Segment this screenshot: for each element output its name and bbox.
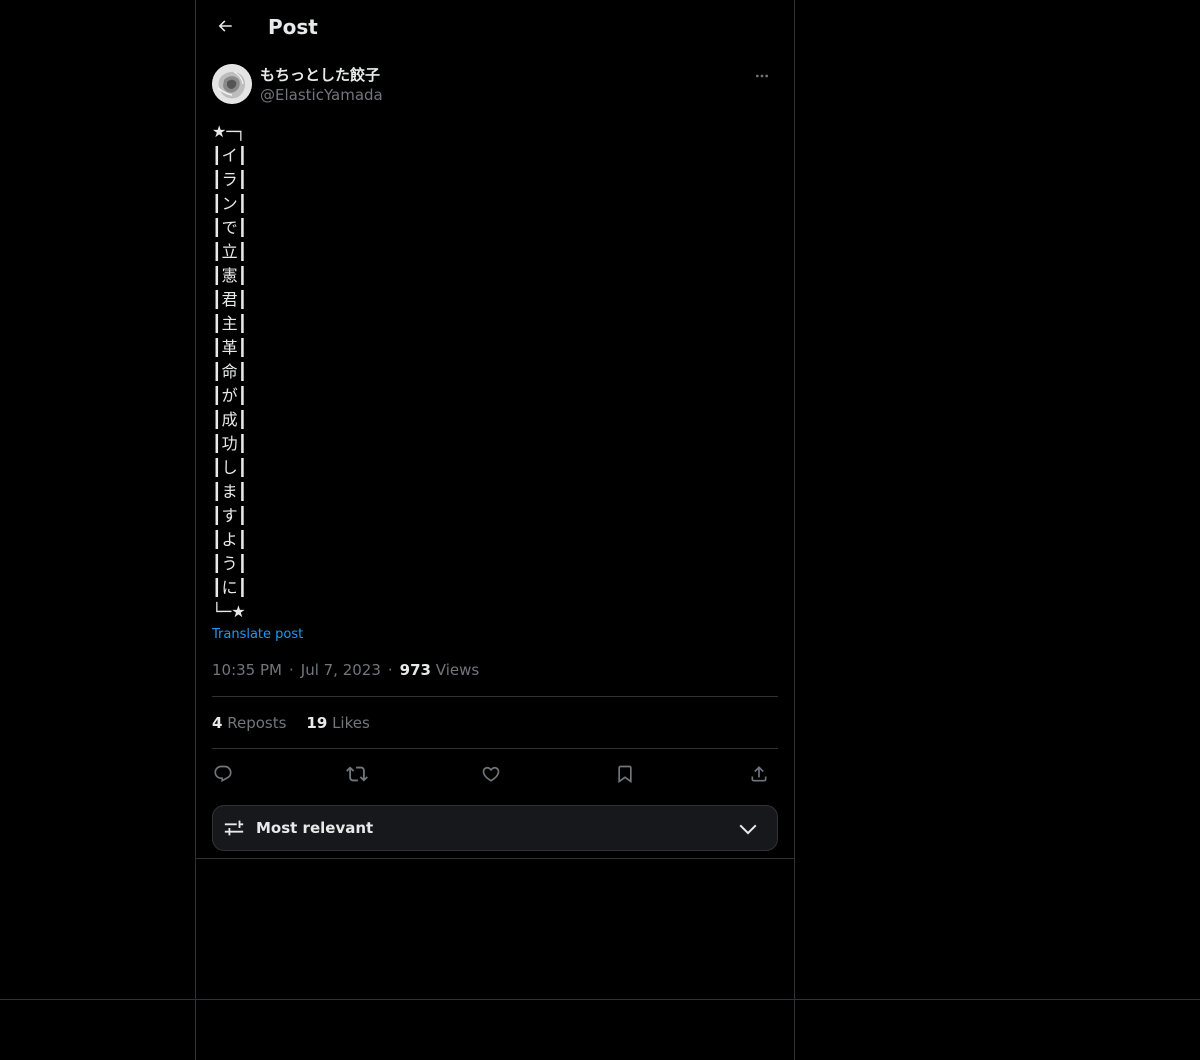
like-button[interactable] bbox=[476, 760, 506, 788]
more-options-button[interactable] bbox=[746, 66, 778, 86]
post-text-line: ┃ラ┃ bbox=[212, 170, 248, 189]
post-meta: 10:35 PM · Jul 7, 2023 · 973 Views bbox=[212, 660, 479, 680]
stats-divider bbox=[212, 748, 778, 749]
like-icon bbox=[482, 766, 500, 782]
reply-sort-dropdown[interactable]: Most relevant bbox=[212, 805, 778, 851]
post-text: ★─┐ ┃イ┃ ┃ラ┃ ┃ン┃ ┃で┃ ┃立┃ ┃憲┃ ┃君┃ ┃主┃ ┃革┃ ┃命┃ ┃が┃ ┃成┃ ┃… bbox=[212, 120, 778, 624]
chevron-down-icon bbox=[739, 824, 757, 835]
translate-post-link[interactable]: Translate post bbox=[212, 626, 303, 644]
avatar-image-icon bbox=[212, 64, 252, 104]
reposts-label: Reposts bbox=[227, 714, 287, 732]
post-text-line: ┃主┃ bbox=[212, 314, 248, 333]
reposts-count: 4 bbox=[212, 714, 223, 732]
post-text-line: ┃君┃ bbox=[212, 290, 248, 309]
bookmark-icon bbox=[618, 765, 632, 784]
post-text-line: ┃功┃ bbox=[212, 434, 248, 453]
post-text-line: ┃成┃ bbox=[212, 410, 248, 429]
back-arrow-icon bbox=[218, 20, 232, 32]
author-handle[interactable]: @ElasticYamada bbox=[260, 85, 383, 105]
post-text-line: ┃イ┃ bbox=[212, 146, 248, 165]
post-text-line: ┃立┃ bbox=[212, 242, 248, 261]
post-text-line: ┃命┃ bbox=[212, 362, 248, 381]
sort-label: Most relevant bbox=[256, 819, 374, 837]
post-text-line: ┃ン┃ bbox=[212, 194, 248, 213]
more-dots-icon bbox=[756, 74, 768, 78]
post-text-line: ┃が┃ bbox=[212, 386, 248, 405]
author-display-name[interactable]: もちっとした餃子 bbox=[260, 65, 380, 85]
share-button[interactable] bbox=[744, 760, 774, 788]
post-text-line: ┃憲┃ bbox=[212, 266, 248, 285]
sliders-icon bbox=[224, 820, 244, 836]
repost-icon bbox=[346, 766, 368, 782]
post-text-line: ┃す┃ bbox=[212, 506, 248, 525]
post-text-line: ┃よ┃ bbox=[212, 530, 248, 549]
post-text-line: ┃革┃ bbox=[212, 338, 248, 357]
reply-icon bbox=[214, 765, 232, 783]
primary-column: Post もちっとした餃子 @ElasticYamada ★─┐ ┃イ┃ ┃ラ┃… bbox=[195, 0, 795, 1060]
avatar[interactable] bbox=[212, 64, 252, 104]
post-text-line: └─★ bbox=[212, 602, 246, 621]
post-date[interactable]: Jul 7, 2023 bbox=[301, 661, 381, 679]
back-button[interactable] bbox=[208, 9, 242, 43]
likes-label: Likes bbox=[332, 714, 370, 732]
post-stats: 4 Reposts 19 Likes bbox=[212, 713, 370, 733]
views-count: 973 bbox=[399, 661, 431, 679]
post-text-line: ┃う┃ bbox=[212, 554, 248, 573]
likes-count: 19 bbox=[306, 714, 328, 732]
post-actions bbox=[212, 760, 778, 788]
top-bar: Post bbox=[196, 0, 794, 53]
reposts-stat[interactable]: 4 Reposts bbox=[212, 714, 286, 732]
bookmark-button[interactable] bbox=[610, 760, 640, 788]
post-text-line: ┃ま┃ bbox=[212, 482, 248, 501]
reply-button[interactable] bbox=[208, 760, 238, 788]
post-text-line: ★─┐ bbox=[212, 122, 246, 141]
post-text-line: ┃に┃ bbox=[212, 578, 248, 597]
meta-divider bbox=[212, 696, 778, 697]
section-divider bbox=[196, 858, 794, 859]
repost-button[interactable] bbox=[342, 760, 372, 788]
meta-separator: · bbox=[387, 661, 393, 679]
likes-stat[interactable]: 19 Likes bbox=[306, 714, 369, 732]
post-author: もちっとした餃子 @ElasticYamada bbox=[212, 64, 778, 106]
views-label: Views bbox=[435, 661, 480, 679]
page-title: Post bbox=[268, 15, 318, 39]
post-text-line: ┃し┃ bbox=[212, 458, 248, 477]
share-icon bbox=[751, 766, 767, 782]
page: Post もちっとした餃子 @ElasticYamada ★─┐ ┃イ┃ ┃ラ┃… bbox=[0, 0, 1200, 1060]
meta-separator: · bbox=[288, 661, 294, 679]
post-time[interactable]: 10:35 PM bbox=[212, 661, 282, 679]
post-text-line: ┃で┃ bbox=[212, 218, 248, 237]
